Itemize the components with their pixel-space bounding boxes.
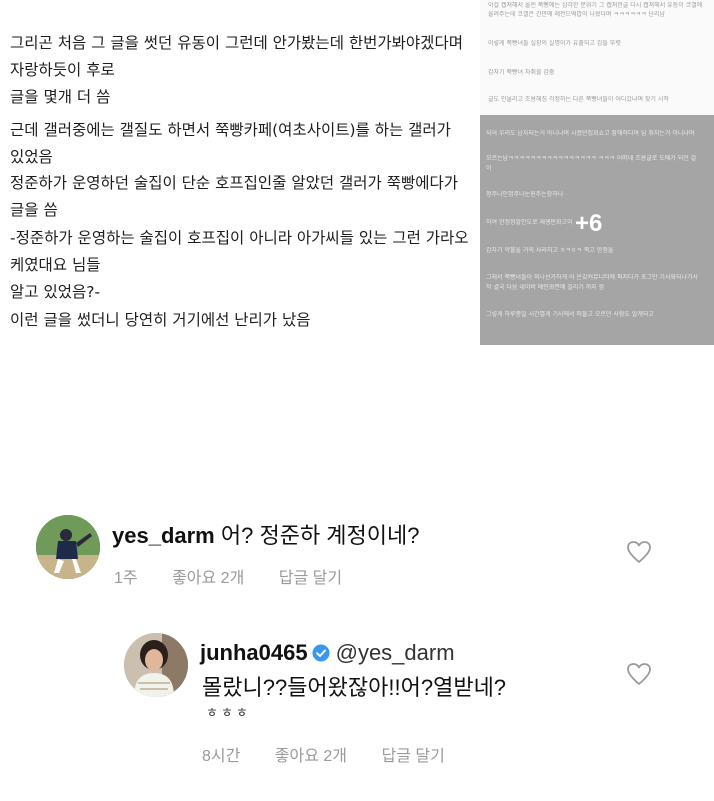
article-paragraph: 정준하가 운영하던 술집이 단순 호프집인줄 알았던 갤러가 쭉빵에다가 글을 … [10,174,463,219]
thumbnail-text-line: 이걸 캡쳐해서 올린 쭉빵에는 심각한 분위기 그 캡쳐한글 다시 캡쳐해서 유… [488,2,703,9]
comment-likes[interactable]: 좋아요 2개 [172,570,244,587]
thumbnail-text-line: 이 [486,165,492,172]
thumbnail-text-line: 갑자기 약물을 거의 사라지고 ㅎㅋㅎㅋ 찍고 한정을 [486,247,614,254]
comment-text: ㅎㅎㅎ [206,706,251,721]
thumbnail-text-line: 이렇게 쭉빵녀들 실장의 실명이가 유출되고 갑들 뚜렷 [488,40,621,47]
thumbnail-text-line: 모르는남ㅋㅋㅋㅋㅋㅋㅋㅋㅋㅋㅋㅋㅋㅋㅋㅋ ㅋㅋㅋ 어떠네 조용글로 도배가 되던… [486,155,697,162]
thumbnail-text-line: 글도 안올리고 조용해짐 걱정하는 다른 쭉빵녀들이 어디갔냐며 찾기 시작 [488,96,669,103]
avatar-image [124,633,188,697]
mention-link[interactable]: @yes_darm [336,640,455,665]
more-images-count: +6 [575,210,603,237]
heart-icon[interactable] [626,662,652,686]
comment-text: 어? 정준하 계정이네? [220,523,420,548]
thumbnail-text-line: 올려주는데 코갤은 간만에 레전드떡밥이 나왔다며 ㅋㅋㅋㅋㅋㅋ 난리남 [488,11,666,18]
article-paragraph: -정준하가 운영하는 술집이 호프집이 아니라 아가씨들 있는 그런 가라오케였… [10,229,469,301]
article-paragraph: 근데 갤러중에는 갤질도 하면서 쭉빵카페(여초사이트)를 하는 갤러가 있었음 [10,121,456,166]
thumbnail-text-line: 갑자기 쭉빵녀 자취를 감춤 [488,69,555,76]
avatar[interactable] [36,515,100,579]
comment-likes[interactable]: 좋아요 2개 [275,748,347,765]
thumbnail-text-line: 그렇게 하루종일 시간별게 기사에서 퍼들고 모르던 사람도 알게되고 [486,311,654,318]
comment-time: 8시간 [202,748,241,765]
comment-username[interactable]: yes_darm [112,523,215,548]
thumbnail-text-line: 되어 우리도 남자되는거 아니냐며 시켰던집회쇼고 황해하다며 답 쥐지는거 아… [486,130,695,137]
comment-line: yes_darm 어? 정준하 계정이네? [112,518,420,550]
reply-button[interactable]: 답글 달기 [381,748,444,765]
thumbnail-text-line: 정주나인정주나눈원주는장하나 [486,191,564,198]
more-images-overlay[interactable]: 되어 우리도 남자되는거 아니냐며 시켰던집회쇼고 황해하다며 답 쥐지는거 아… [480,115,714,345]
article-section: 그리곤 처음 그 글을 썻던 유동이 그런데 안가봤는데 한번가봐야겠다며 자랑… [0,0,714,420]
comment-text: 몰랐니??들어왔잖아!!어?열받네? [202,675,507,700]
reply-header: junha0465 @yes_darm [200,640,455,666]
article-paragraph: 그리곤 처음 그 글을 썻던 유동이 그런데 안가봤는데 한번가봐야겠다며 자랑… [10,34,463,106]
comment-time: 1주 [114,570,138,587]
avatar-image [36,515,100,579]
thumbnail-text-line: 작 결국 다음 네이버 메인화면에 걸리기 까지 함 [486,284,605,291]
screenshot-thumbnail[interactable]: 이걸 캡쳐해서 올린 쭉빵에는 심각한 분위기 그 캡쳐한글 다시 캡쳐해서 유… [480,0,714,345]
heart-icon[interactable] [626,540,652,564]
avatar[interactable] [124,633,188,697]
comment-meta: 1주 좋아요 2개 답글 달기 [114,564,372,588]
article-paragraph: 이런 글을 썼더니 당연히 거기에선 난리가 났음 [10,311,311,329]
comment-meta: 8시간 좋아요 2개 답글 달기 [202,742,475,766]
thumbnail-text-line: 그래서 쭉빵녀들이 외나선가하게 어 온갖커뮤니티에 퍼지다가 초그만 기사화되… [486,274,699,281]
comment-username[interactable]: junha0465 [200,640,308,665]
reply-button[interactable]: 답글 달기 [279,570,342,587]
verified-icon [312,644,330,662]
